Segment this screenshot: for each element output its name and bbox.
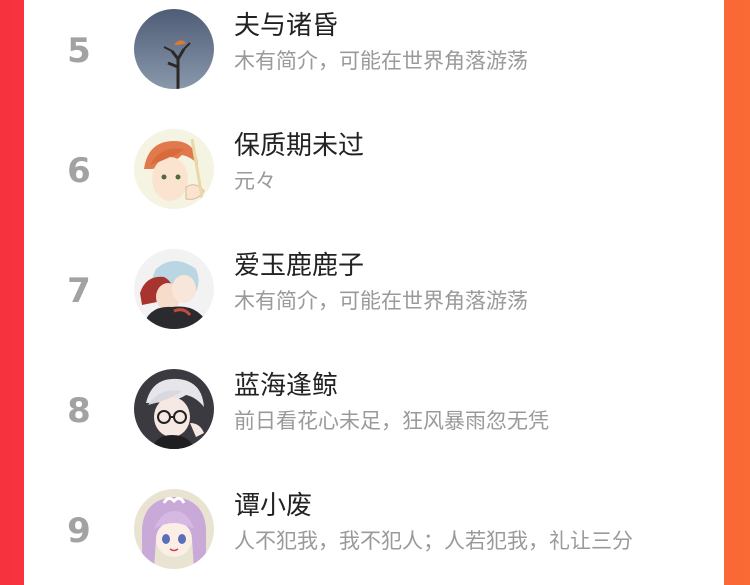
user-name: 保质期未过 xyxy=(234,131,365,161)
user-bio: 木有简介，可能在世界角落游荡 xyxy=(234,49,528,73)
user-bio: 木有简介，可能在世界角落游荡 xyxy=(234,289,528,313)
list-item-rank-9[interactable]: 9 谭小废 人不犯我，我不犯人；人若犯我，礼让三分 xyxy=(24,467,724,585)
user-bio: 前日看花心未足，狂风暴雨忽无凭 xyxy=(234,409,549,433)
list-item-rank-8[interactable]: 8 蓝海逢鲸 前日看花心未足，狂风暴雨忽无凭 xyxy=(24,347,724,467)
rank-number: 6 xyxy=(67,151,91,191)
anime-couple-avatar-icon[interactable] xyxy=(134,249,214,329)
rank-number: 5 xyxy=(67,31,91,71)
anime-redhead-avatar-icon[interactable] xyxy=(134,129,214,209)
list-item-rank-5[interactable]: 5 夫与诸昏 木有简介，可能在世界角落游荡 xyxy=(24,0,724,107)
user-name: 夫与诸昏 xyxy=(234,11,339,41)
user-name: 谭小废 xyxy=(234,491,313,521)
list-item-rank-7[interactable]: 7 爱玉鹿鹿子 木有简介，可能在世界角落游荡 xyxy=(24,227,724,347)
user-name: 蓝海逢鲸 xyxy=(234,371,339,401)
ranking-list: 5 夫与诸昏 木有简介，可能在世界角落游荡 6 保质期未过 元々 7 爱玉鹿鹿子… xyxy=(24,0,724,585)
rank-number: 8 xyxy=(67,391,91,431)
rank-number: 7 xyxy=(67,271,91,311)
user-bio: 元々 xyxy=(234,169,276,193)
branch-bird-avatar-icon[interactable] xyxy=(134,9,214,89)
anime-glasses-avatar-icon[interactable] xyxy=(134,369,214,449)
user-bio: 人不犯我，我不犯人；人若犯我，礼让三分 xyxy=(234,529,633,553)
rank-number: 9 xyxy=(67,511,91,551)
list-item-rank-6[interactable]: 6 保质期未过 元々 xyxy=(24,107,724,227)
user-name: 爱玉鹿鹿子 xyxy=(234,251,365,281)
anime-purple-hair-avatar-icon[interactable] xyxy=(134,489,214,569)
